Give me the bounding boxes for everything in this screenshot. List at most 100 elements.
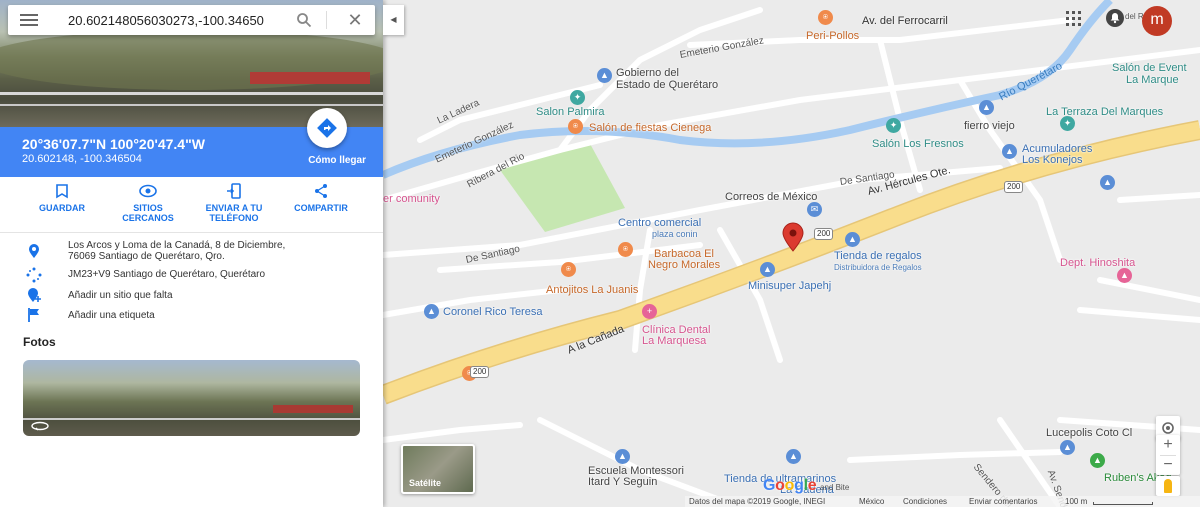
poi-label[interactable]: Correos de México bbox=[725, 191, 817, 203]
gym-icon[interactable]: ▲ bbox=[1090, 453, 1105, 468]
notifications-icon[interactable] bbox=[1106, 9, 1124, 27]
poi-label[interactable]: Tienda de regalos bbox=[834, 250, 922, 262]
photo-thumbnail[interactable] bbox=[23, 360, 360, 436]
partner-credit: and Bite bbox=[820, 483, 850, 492]
poi-label[interactable]: Dept. Hinoshita bbox=[1060, 257, 1135, 269]
train-in-photo bbox=[250, 72, 370, 84]
poi-label[interactable]: Negro Morales bbox=[648, 259, 720, 271]
add-location-icon bbox=[28, 288, 41, 302]
satellite-toggle[interactable]: Satélite bbox=[401, 444, 475, 494]
street-label: Av. del Ferrocarril bbox=[862, 15, 948, 27]
close-icon[interactable]: ✕ bbox=[346, 11, 364, 29]
poi-label[interactable]: La Marque bbox=[1126, 74, 1179, 86]
government-icon[interactable]: ▲ bbox=[597, 68, 612, 83]
restaurant-icon[interactable]: ⍟ bbox=[818, 10, 833, 25]
restaurant-icon[interactable]: ⍟ bbox=[568, 119, 583, 134]
save-button[interactable]: GUARDAR bbox=[17, 183, 107, 213]
shop-icon[interactable]: ▲ bbox=[1002, 144, 1017, 159]
location-pin-icon bbox=[29, 244, 39, 258]
poi-label[interactable]: Coronel Rico Teresa bbox=[443, 306, 542, 318]
grocery-icon[interactable]: ▲ bbox=[786, 449, 801, 464]
terms-link[interactable]: Condiciones bbox=[903, 496, 947, 507]
poi-label[interactable]: Gobierno del bbox=[616, 67, 679, 79]
zoom-out-button[interactable]: − bbox=[1156, 455, 1180, 475]
google-logo: Google bbox=[763, 477, 817, 494]
poi-label[interactable]: La Marquesa bbox=[642, 335, 706, 347]
dental-clinic-icon[interactable]: + bbox=[642, 304, 657, 319]
coordinates-decimal[interactable]: 20.602148, -100.346504 bbox=[22, 153, 142, 165]
business-icon[interactable]: ▲ bbox=[1060, 440, 1075, 455]
panorama-icon bbox=[31, 421, 49, 431]
poi-label[interactable]: Salón de Event bbox=[1112, 62, 1187, 74]
address-line-2: 76069 Santiago de Querétaro, Qro. bbox=[68, 251, 225, 262]
add-place-text: Añadir un sitio que falta bbox=[68, 290, 173, 301]
coordinates-dms: 20°36'07.7"N 100°20'47.4"W bbox=[22, 136, 205, 152]
zoom-control: + − bbox=[1156, 435, 1180, 475]
event-hall-icon[interactable]: ✦ bbox=[1060, 116, 1075, 131]
map-footer: Datos del mapa ©2019 Google, INEGI Méxic… bbox=[685, 496, 1200, 507]
school-icon[interactable]: ▲ bbox=[615, 449, 630, 464]
action-label: TELÉFONO bbox=[209, 213, 259, 223]
search-divider bbox=[326, 11, 327, 29]
action-label: ENVIAR A TU bbox=[205, 203, 263, 213]
satellite-label: Satélite bbox=[409, 478, 442, 488]
poi-sublabel: Distribuidora de Regalos bbox=[834, 263, 922, 272]
poi-label[interactable]: Itard Y Seguin bbox=[588, 476, 657, 488]
collapse-panel-button[interactable]: ◀ bbox=[383, 5, 404, 35]
scale-label[interactable]: 100 m bbox=[1065, 496, 1087, 507]
directions-button[interactable] bbox=[307, 108, 347, 148]
poi-label[interactable]: fierro viejo bbox=[964, 120, 1015, 132]
poi-sublabel: plaza conin bbox=[652, 229, 698, 239]
feedback-link[interactable]: Enviar comentarios bbox=[969, 496, 1037, 507]
store-icon[interactable]: ▲ bbox=[1117, 268, 1132, 283]
restaurant-icon[interactable]: ⍟ bbox=[561, 262, 576, 277]
country-link[interactable]: México bbox=[859, 496, 884, 507]
grocery-icon[interactable]: ▲ bbox=[760, 262, 775, 277]
poi-label[interactable]: La Terraza Del Marques bbox=[1046, 106, 1163, 118]
hamburger-menu-icon[interactable] bbox=[20, 14, 38, 26]
route-shield: 200 bbox=[1004, 181, 1024, 193]
search-box: ✕ bbox=[8, 5, 375, 35]
shop-icon[interactable]: ▲ bbox=[424, 304, 439, 319]
action-label: SITIOS bbox=[133, 203, 163, 213]
poi-label[interactable]: Minisuper Japehj bbox=[748, 280, 831, 292]
poi-label[interactable]: Salon Palmira bbox=[536, 106, 604, 118]
user-avatar[interactable]: m bbox=[1142, 6, 1172, 36]
poi-label[interactable]: Los Konejos bbox=[1022, 154, 1083, 166]
event-hall-icon[interactable]: ✦ bbox=[570, 90, 585, 105]
action-label: GUARDAR bbox=[39, 203, 85, 213]
poi-label[interactable]: er comunity bbox=[383, 193, 440, 205]
zoom-in-button[interactable]: + bbox=[1156, 435, 1180, 455]
directions-label[interactable]: Cómo llegar bbox=[308, 155, 366, 166]
poi-label[interactable]: Salón de fiestas Cienega bbox=[589, 122, 711, 134]
shop-icon[interactable]: ▲ bbox=[1100, 175, 1115, 190]
share-button[interactable]: COMPARTIR bbox=[276, 183, 366, 213]
action-bar: GUARDAR SITIOS CERCANOS ENVIAR A TU TELÉ… bbox=[0, 177, 383, 233]
bookmark-icon bbox=[56, 184, 68, 199]
share-icon bbox=[315, 184, 327, 198]
post-office-icon[interactable]: ✉ bbox=[807, 202, 822, 217]
nearby-button[interactable]: SITIOS CERCANOS bbox=[103, 183, 193, 223]
poi-label[interactable]: Salón Los Fresnos bbox=[872, 138, 964, 150]
poi-label[interactable]: Peri-Pollos bbox=[806, 30, 859, 42]
pegman-icon[interactable] bbox=[1156, 476, 1180, 496]
restaurant-icon[interactable]: ⍟ bbox=[618, 242, 633, 257]
directions-arrow-icon bbox=[317, 118, 337, 138]
poi-label[interactable]: Antojitos La Juanis bbox=[546, 284, 638, 296]
search-icon[interactable] bbox=[296, 12, 312, 28]
poi-label[interactable]: Lucepolis Coto Cl bbox=[1046, 427, 1132, 439]
send-to-phone-button[interactable]: ENVIAR A TU TELÉFONO bbox=[189, 183, 279, 223]
route-shield: 200 bbox=[814, 228, 834, 240]
business-icon[interactable]: ▲ bbox=[979, 100, 994, 115]
apps-grid-icon[interactable] bbox=[1066, 11, 1082, 27]
route-shield: 200 bbox=[470, 366, 490, 378]
place-panel: ✕ 20°36'07.7"N 100°20'47.4"W 20.602148, … bbox=[0, 0, 383, 507]
search-input[interactable] bbox=[68, 10, 278, 30]
poi-label[interactable]: Estado de Querétaro bbox=[616, 79, 718, 91]
gift-shop-icon[interactable]: ▲ bbox=[845, 232, 860, 247]
action-label: CERCANOS bbox=[122, 213, 174, 223]
plus-code-text: JM23+V9 Santiago de Querétaro, Querétaro bbox=[68, 269, 266, 280]
event-hall-icon[interactable]: ✦ bbox=[886, 118, 901, 133]
action-label: COMPARTIR bbox=[294, 203, 348, 213]
scale-bar bbox=[1093, 502, 1153, 505]
